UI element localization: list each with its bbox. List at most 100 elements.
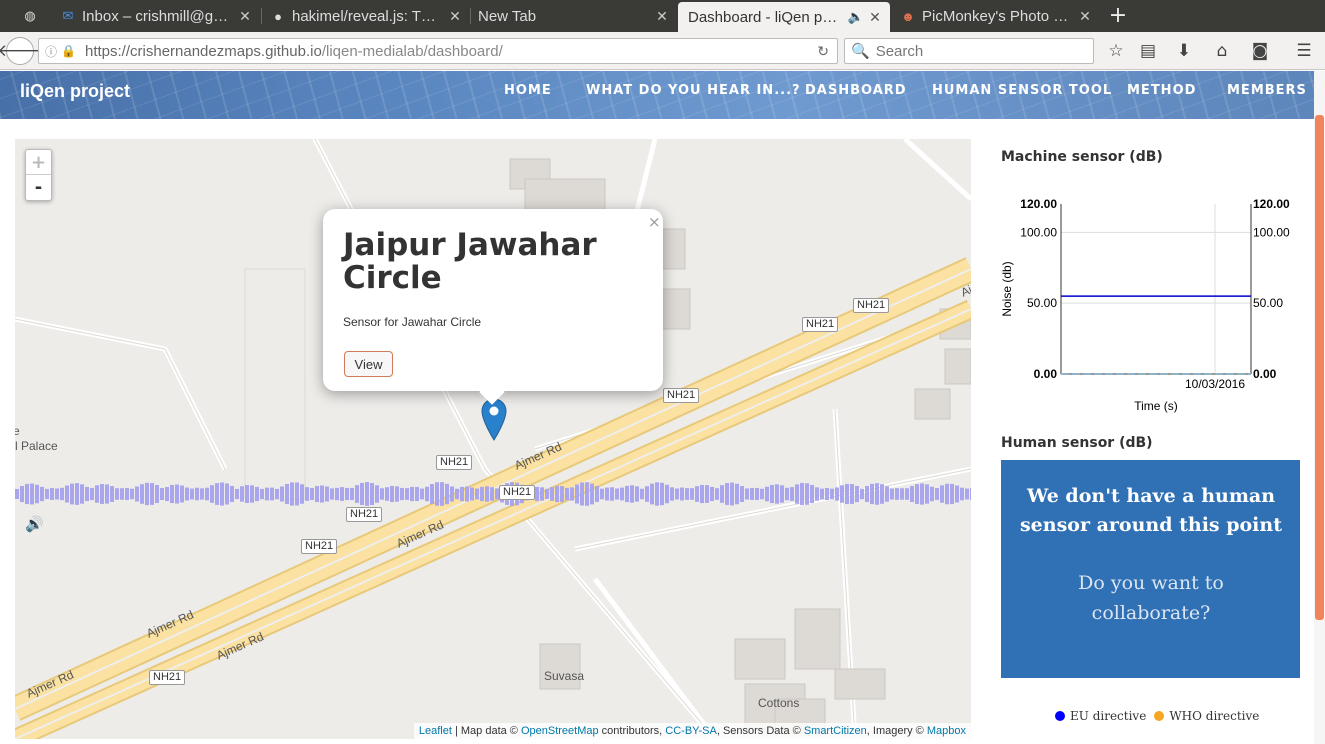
close-icon[interactable]: ✕ — [236, 8, 254, 25]
nav-human-sensor-tool[interactable]: HUMAN SENSOR TOOL — [932, 83, 1112, 98]
zoom-in-button[interactable]: + — [26, 150, 51, 175]
nav-home[interactable]: HOME — [504, 83, 552, 98]
url-host: https://crishernandezmaps.github.io — [85, 42, 322, 60]
home-icon[interactable]: ⌂ — [1210, 39, 1234, 63]
close-icon[interactable]: ✕ — [446, 8, 464, 25]
highway-shield: NH21 — [499, 485, 536, 500]
tab-title: New Tab — [478, 7, 537, 25]
nav-method[interactable]: METHOD — [1127, 83, 1196, 98]
site-header: liQen project HOME WHAT DO YOU HEAR IN..… — [0, 71, 1314, 119]
nav-dashboard[interactable]: DASHBOARD — [805, 83, 907, 98]
reload-icon[interactable]: ↻ — [817, 43, 829, 60]
close-icon[interactable]: ✕ — [866, 9, 884, 26]
x-axis-label: Time (s) — [1134, 399, 1178, 413]
search-icon: 🔍 — [851, 43, 870, 60]
site-brand[interactable]: liQen project — [20, 81, 130, 102]
mapbox-link[interactable]: Mapbox — [927, 725, 966, 737]
zoom-out-button[interactable]: - — [26, 175, 51, 200]
popup-close-button[interactable]: × — [648, 213, 661, 231]
url-path: /liqen-medialab/dashboard/ — [321, 42, 503, 60]
legend-label: WHO directive — [1169, 709, 1260, 723]
map-attribution: Leaflet | Map data © OpenStreetMap contr… — [413, 723, 971, 739]
machine-sensor-chart: 0.00 0.00 50.00 50.00 100.00 100.00 120.00 120.… — [1001, 197, 1290, 413]
page-scrollbar[interactable] — [1314, 71, 1325, 744]
attribution-text: , Sensors Data © — [716, 725, 804, 737]
attribution-text: , Imagery © — [866, 725, 927, 737]
popup-description: Sensor for Jawahar Circle — [343, 315, 482, 329]
map-popup: × Jaipur Jawahar Circle Sensor for Jawah… — [323, 209, 663, 405]
new-tab-button[interactable]: + — [1106, 3, 1130, 28]
human-sensor-panel: We don't have a human sensor around this… — [1001, 460, 1300, 678]
map-place-label: Cottons — [758, 696, 800, 710]
y-tick-label-right: 100.00 — [1253, 225, 1290, 239]
pocket-icon[interactable]: ◙ — [1248, 39, 1272, 63]
leaflet-link[interactable]: Leaflet — [419, 725, 452, 737]
speaker-muted-icon[interactable]: 🔈 — [848, 9, 864, 25]
y-axis-label: Noise (db) — [1001, 261, 1014, 316]
map-label: l Palace — [15, 439, 58, 453]
lock-icon: 🔒 — [61, 44, 76, 58]
collaborate-link[interactable]: Do you want to collaborate? — [1016, 568, 1286, 628]
highway-shield: NH21 — [853, 298, 890, 313]
tab-picmonkey[interactable]: ☻ PicMonkey's Photo … ✕ — [892, 2, 1100, 30]
close-icon[interactable]: ✕ — [1076, 8, 1094, 25]
mail-icon: ✉ — [62, 8, 74, 23]
back-button[interactable]: 🡐 — [0, 37, 43, 65]
url-bar[interactable]: ⓘ 🔒 https://crishernandezmaps.github.io /… — [38, 38, 838, 64]
map[interactable]: + - e l Palace Ajmer Rd Ajmer Rd Ajmer R… — [15, 139, 971, 739]
map-marker-icon[interactable] — [481, 397, 507, 441]
y-tick-label-right: 0.00 — [1253, 367, 1277, 381]
smartcitizen-link[interactable]: SmartCitizen — [804, 725, 867, 737]
tab-pinned[interactable]: ◍ — [14, 2, 50, 30]
navigation-toolbar: 🡐 ⓘ 🔒 https://crishernandezmaps.github.i… — [0, 32, 1325, 70]
info-icon[interactable]: ⓘ — [45, 43, 57, 60]
volume-icon[interactable]: 🔊 — [25, 515, 44, 533]
github-icon: ● — [274, 8, 282, 24]
legend-label: EU directive — [1070, 709, 1147, 723]
map-place-label: Suvasa — [544, 669, 585, 683]
machine-sensor-title: Machine sensor (dB) — [1001, 149, 1163, 165]
tab-dashboard[interactable]: Dashboard - liQen p… 🔈 ✕ — [678, 2, 890, 32]
osm-link[interactable]: OpenStreetMap — [521, 725, 599, 737]
tab-title: Dashboard - liQen p… — [688, 8, 838, 26]
view-button[interactable]: View — [344, 351, 393, 377]
downloads-icon[interactable]: ⬇ — [1172, 39, 1196, 63]
human-sensor-title: Human sensor (dB) — [1001, 435, 1153, 451]
legend-item-eu[interactable]: EU directive — [1055, 709, 1146, 723]
scrollbar-thumb[interactable] — [1315, 115, 1324, 620]
license-link[interactable]: CC-BY-SA — [665, 725, 717, 737]
nav-members[interactable]: MEMBERS — [1227, 83, 1307, 98]
y-tick-label: 50.00 — [1027, 296, 1057, 310]
tab-inbox[interactable]: ✉ Inbox – crishmill@g… ✕ — [52, 2, 260, 30]
search-placeholder: Search — [875, 42, 924, 60]
tab-title: Inbox – crishmill@g… — [82, 7, 229, 25]
close-icon[interactable]: ✕ — [653, 8, 671, 25]
y-tick-label: 120.00 — [1020, 197, 1057, 211]
globe-icon: ◍ — [24, 8, 36, 23]
nav-what-do-you-hear[interactable]: WHAT DO YOU HEAR IN...? — [586, 83, 801, 98]
tab-title: hakimel/reveal.js: T… — [292, 7, 436, 25]
bookmark-star-icon[interactable]: ☆ — [1104, 39, 1128, 63]
chart-legend: EU directive WHO directive — [1055, 709, 1259, 723]
attribution-text: | Map data © — [451, 725, 521, 737]
sidebar: Machine sensor (dB) 0.00 0.00 50.00 50.00 10… — [1001, 139, 1301, 744]
tab-new-tab[interactable]: New Tab ✕ — [472, 2, 677, 30]
map-label: e — [15, 424, 20, 438]
tab-reveal[interactable]: ● hakimel/reveal.js: T… ✕ — [262, 2, 470, 30]
human-sensor-message: We don't have a human sensor around this… — [1019, 485, 1282, 536]
tab-title: PicMonkey's Photo … — [922, 7, 1069, 25]
menu-icon[interactable]: ☰ — [1292, 39, 1316, 63]
y-tick-label-right: 120.00 — [1253, 197, 1290, 211]
reading-list-icon[interactable]: ▤ — [1136, 39, 1160, 63]
highway-shield: NH21 — [663, 388, 700, 403]
highway-shield: NH21 — [301, 539, 338, 554]
popup-title: Jaipur Jawahar Circle — [343, 227, 597, 296]
highway-shield: NH21 — [149, 670, 186, 685]
legend-item-who[interactable]: WHO directive — [1154, 709, 1259, 723]
legend-dot — [1055, 711, 1065, 721]
attribution-text: contributors, — [598, 725, 666, 737]
highway-shield: NH21 — [346, 507, 383, 522]
legend-dot — [1154, 711, 1165, 721]
search-input[interactable]: 🔍 Search — [844, 38, 1094, 64]
zoom-control: + - — [25, 149, 52, 201]
